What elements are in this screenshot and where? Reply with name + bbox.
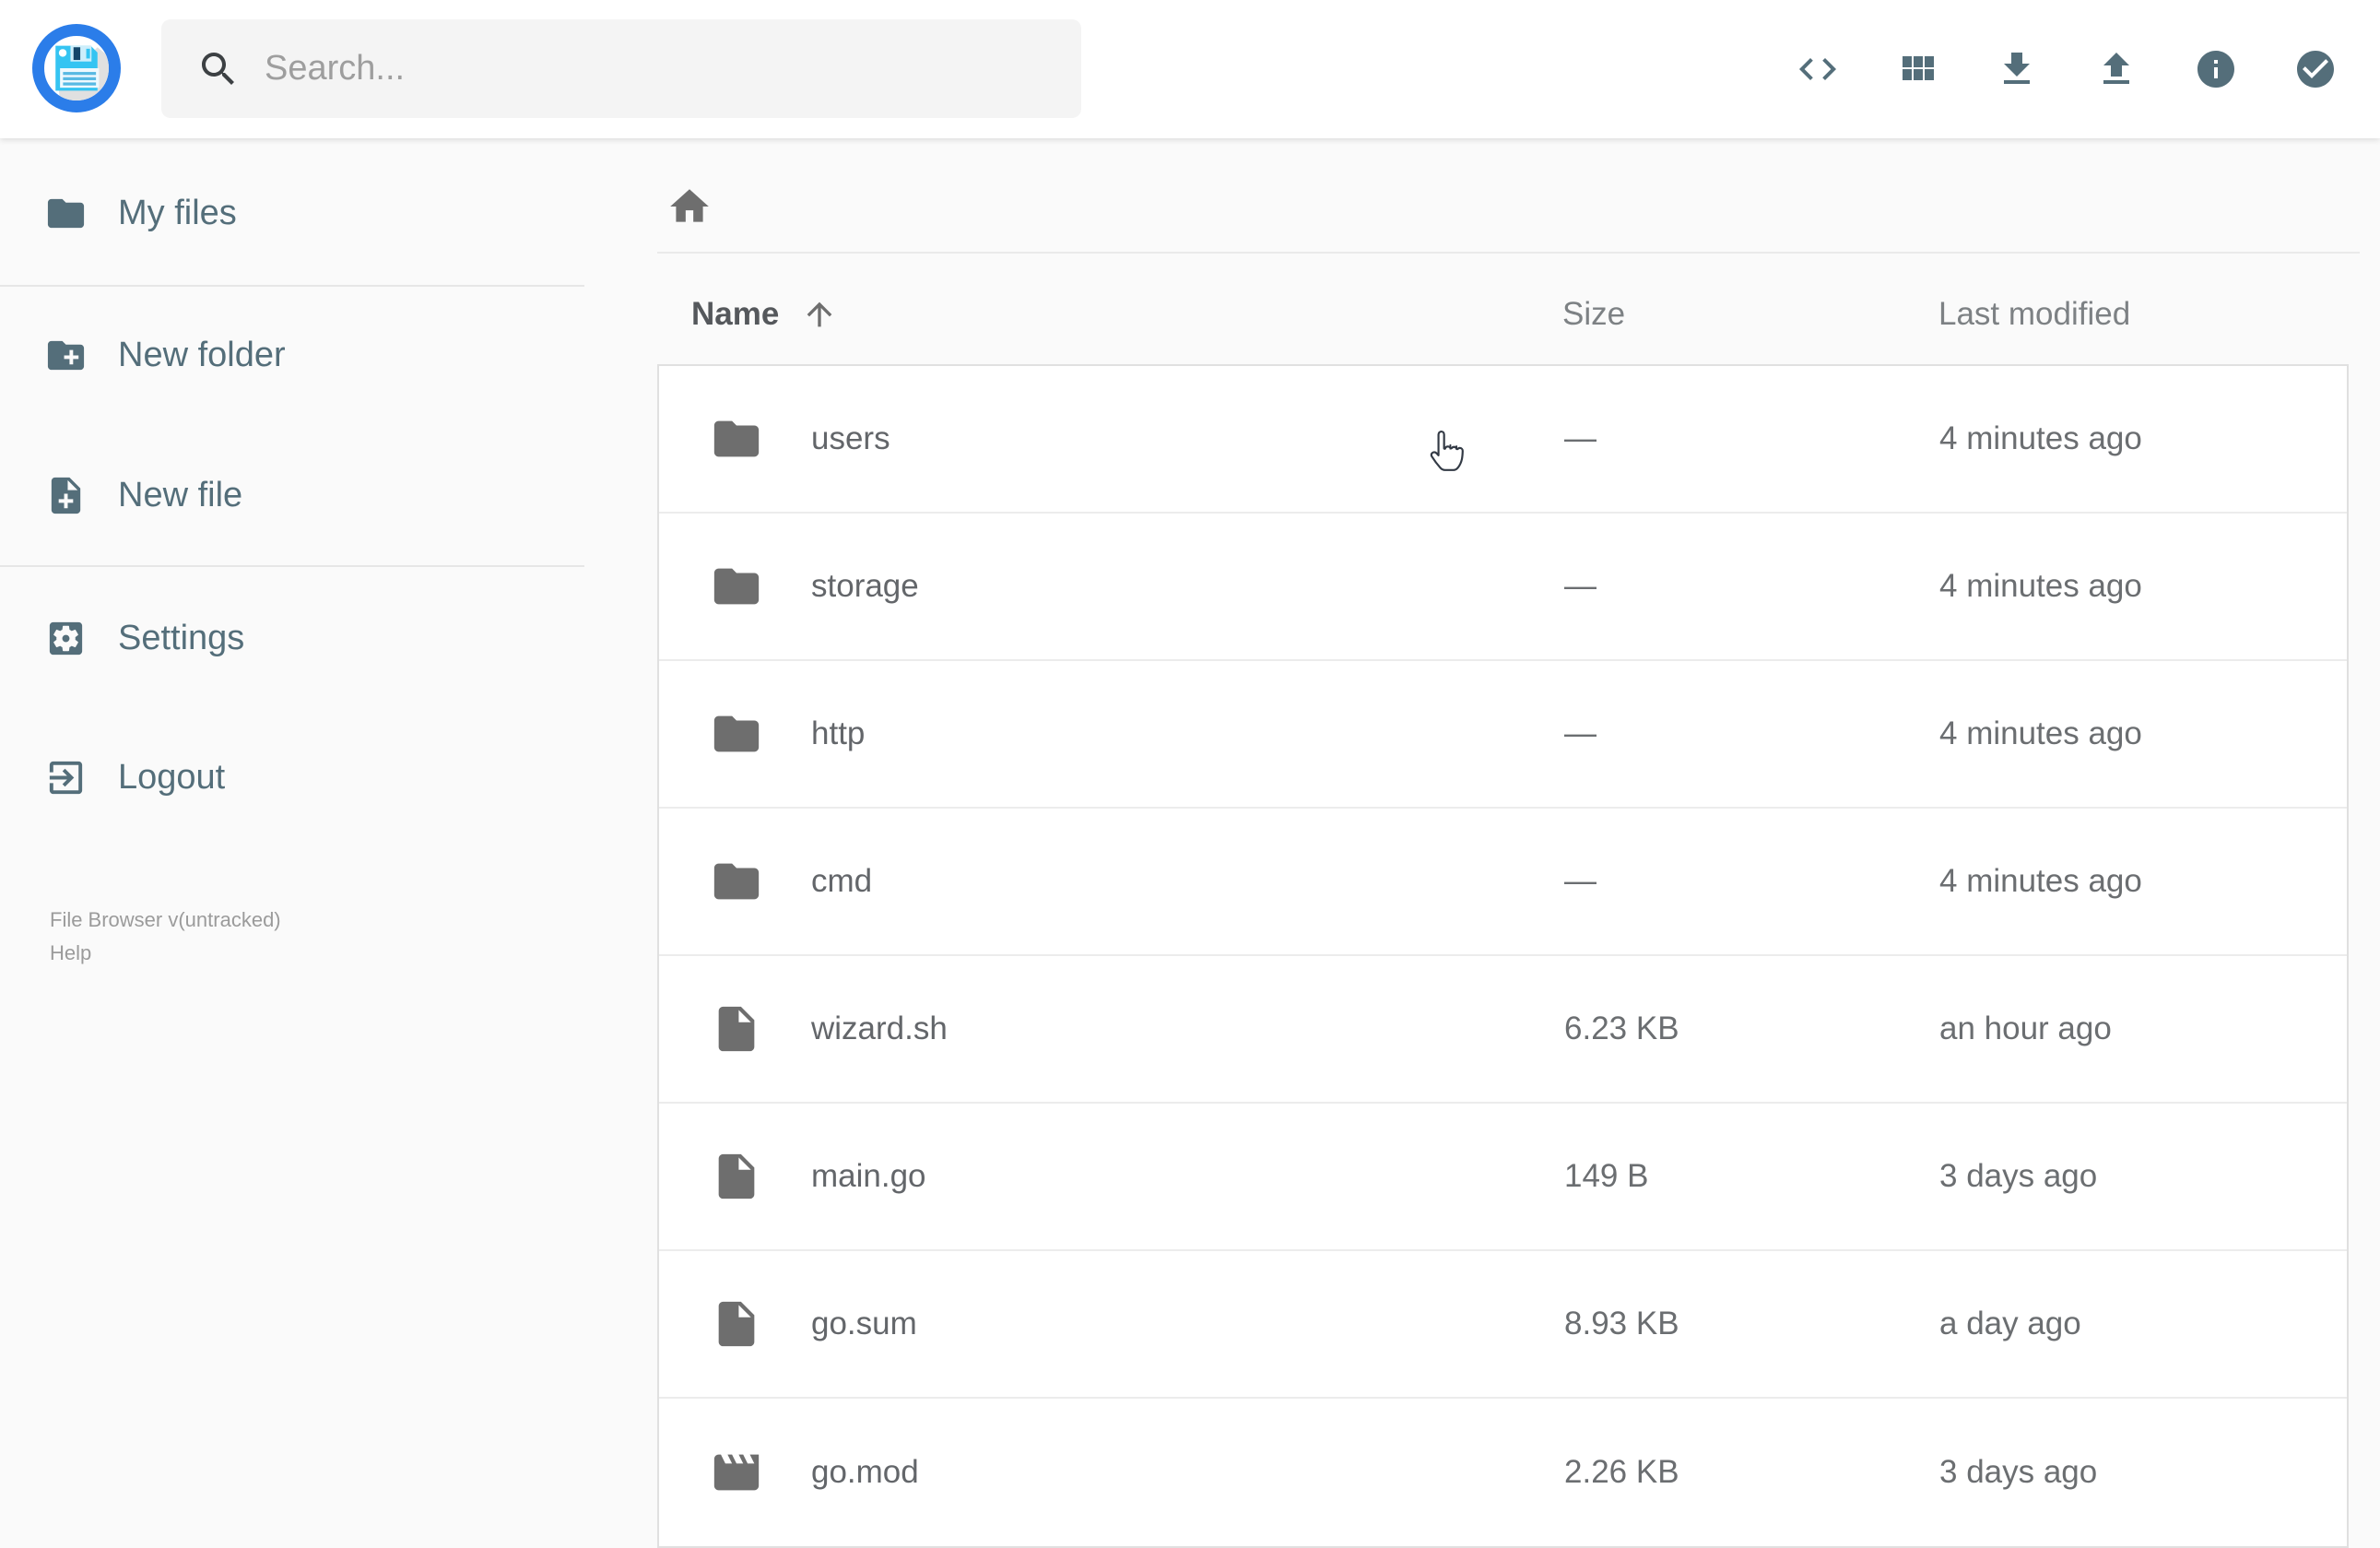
file-type-icon <box>710 707 763 761</box>
folder-icon <box>47 198 85 228</box>
breadcrumb <box>657 166 722 249</box>
file-modified: 3 days ago <box>1939 1454 2098 1490</box>
file-type-icon <box>710 1002 763 1056</box>
file-modified: 4 minutes ago <box>1939 715 2142 751</box>
table-row[interactable]: cmd — 4 minutes ago <box>659 809 2347 956</box>
file-size: 2.26 KB <box>1564 1454 1679 1490</box>
grid-view-icon <box>1903 56 1934 80</box>
create-new-folder-icon <box>47 340 85 370</box>
sidebar-item-label: My files <box>118 193 237 232</box>
sidebar-item-label: New file <box>118 475 243 514</box>
movie-icon <box>713 1454 760 1491</box>
folder-icon <box>713 420 760 457</box>
file-size: 149 B <box>1564 1158 1649 1194</box>
table-row[interactable]: users — 4 minutes ago <box>659 366 2347 514</box>
file-icon <box>718 1153 755 1199</box>
folder-icon <box>713 863 760 900</box>
sidebar-item-label: Settings <box>118 618 245 657</box>
file-size: — <box>1564 568 1596 604</box>
sort-by-modified-header[interactable]: Last modified <box>1938 289 2130 340</box>
sidebar-divider <box>0 565 584 567</box>
file-type-icon <box>710 855 763 908</box>
file-name: wizard.sh <box>811 1010 948 1046</box>
table-row[interactable]: go.mod 2.26 KB 3 days ago <box>659 1399 2347 1546</box>
breadcrumb-home-button[interactable] <box>657 183 722 232</box>
logout-icon <box>49 761 83 794</box>
version-text: File Browser v(untracked) <box>50 908 281 931</box>
table-row[interactable]: storage — 4 minutes ago <box>659 514 2347 661</box>
sidebar-item-new-folder[interactable]: New folder <box>0 320 584 390</box>
download-icon <box>2004 53 2030 84</box>
shell-toggle-button[interactable] <box>1796 47 1840 91</box>
floppy-disk-icon <box>55 45 109 100</box>
sidebar-footer: File Browser v(untracked) Help <box>50 904 281 970</box>
app-logo[interactable] <box>32 24 121 112</box>
file-icon <box>718 1301 755 1347</box>
breadcrumb-divider <box>657 252 2360 254</box>
file-type-icon <box>710 412 763 466</box>
sidebar-item-new-file[interactable]: New file <box>0 460 584 530</box>
search-input[interactable] <box>265 49 1054 89</box>
file-name: main.go <box>811 1158 926 1194</box>
code-icon <box>1799 58 1836 80</box>
home-icon <box>670 188 709 222</box>
file-type-icon <box>710 560 763 613</box>
table-row[interactable]: go.sum 8.93 KB a day ago <box>659 1251 2347 1399</box>
file-size: — <box>1564 863 1596 899</box>
file-name: users <box>811 420 890 456</box>
info-button[interactable] <box>2194 47 2238 91</box>
help-link[interactable]: Help <box>50 937 91 970</box>
sidebar: My files New folder New file Settings Lo… <box>0 138 584 1530</box>
file-modified: 4 minutes ago <box>1939 420 2142 456</box>
listing-column-headers: Name Size Last modified <box>584 289 2380 340</box>
file-listing-area: Name Size Last modified users — 4 minute… <box>584 138 2380 1548</box>
file-type-icon <box>710 1150 763 1203</box>
select-multiple-button[interactable] <box>2293 47 2338 91</box>
file-name: http <box>811 715 866 751</box>
note-add-icon <box>51 477 81 514</box>
file-type-icon <box>710 1446 763 1499</box>
check-circle-icon <box>2297 51 2334 88</box>
file-icon <box>718 1006 755 1052</box>
upload-button[interactable] <box>2094 47 2138 91</box>
table-row[interactable]: wizard.sh 6.23 KB an hour ago <box>659 956 2347 1104</box>
file-modified: an hour ago <box>1939 1010 2112 1046</box>
search-icon <box>202 52 234 85</box>
header-actions <box>1768 0 2365 138</box>
sort-ascending-arrow-icon <box>807 301 832 327</box>
sidebar-item-label: Logout <box>118 757 226 797</box>
top-bar <box>0 0 2380 138</box>
sidebar-item-my-files[interactable]: My files <box>0 178 584 248</box>
file-modified: a day ago <box>1939 1306 2081 1341</box>
sidebar-item-label: New folder <box>118 335 286 374</box>
file-size: — <box>1564 715 1596 751</box>
download-button[interactable] <box>1995 47 2039 91</box>
folder-icon <box>713 715 760 752</box>
sidebar-divider <box>0 285 584 287</box>
file-name: go.sum <box>811 1306 917 1341</box>
sort-by-size-header[interactable]: Size <box>1562 289 1625 340</box>
search-bar <box>161 19 1081 118</box>
file-modified: 3 days ago <box>1939 1158 2098 1194</box>
file-name: cmd <box>811 863 873 899</box>
table-row[interactable]: main.go 149 B 3 days ago <box>659 1104 2347 1251</box>
file-name: storage <box>811 568 919 604</box>
upload-icon <box>2103 53 2129 84</box>
file-name: go.mod <box>811 1454 919 1490</box>
sort-by-name-header[interactable]: Name <box>691 289 838 340</box>
sidebar-item-logout[interactable]: Logout <box>0 742 584 812</box>
table-row[interactable]: http — 4 minutes ago <box>659 661 2347 809</box>
file-modified: 4 minutes ago <box>1939 568 2142 604</box>
folder-icon <box>713 568 760 605</box>
sidebar-item-settings[interactable]: Settings <box>0 603 584 673</box>
file-type-icon <box>710 1297 763 1351</box>
file-size: 8.93 KB <box>1564 1306 1679 1341</box>
file-size: 6.23 KB <box>1564 1010 1679 1046</box>
info-icon <box>2197 51 2234 88</box>
file-modified: 4 minutes ago <box>1939 863 2142 899</box>
switch-view-button[interactable] <box>1895 47 1939 91</box>
file-size: — <box>1564 420 1596 456</box>
settings-icon <box>49 621 83 655</box>
file-list: users — 4 minutes ago storage — 4 minute… <box>657 364 2349 1548</box>
